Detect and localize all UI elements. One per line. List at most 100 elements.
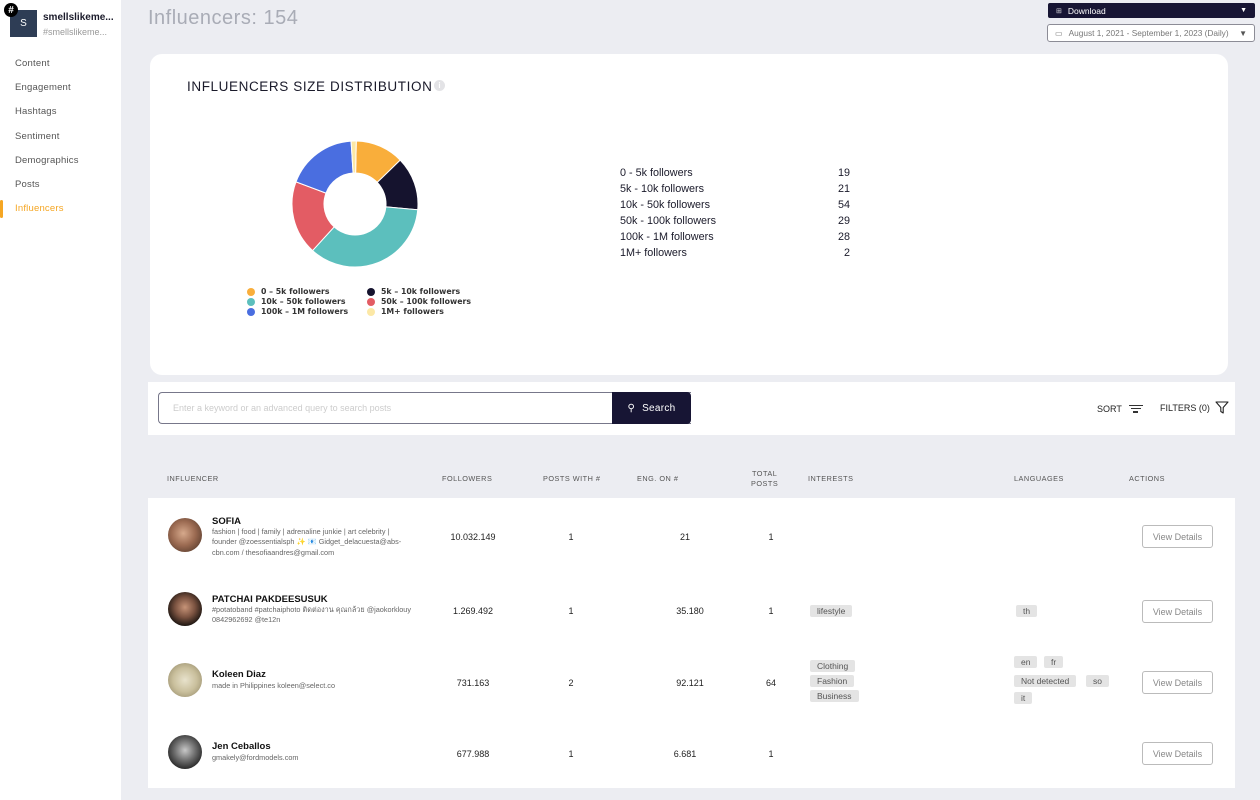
influencer-name[interactable]: SOFIA [212, 516, 241, 527]
posts-with-value: 1 [568, 749, 574, 759]
filters-label: FILTERS (0) [1160, 402, 1210, 413]
search-toolbar: ⚲ Search SORT FILTERS (0) [148, 382, 1235, 435]
size-distribution-card: INFLUENCERS SIZE DISTRIBUTION i 0 – 5k f… [150, 54, 1228, 375]
table-row: SOFIA fashion | food | family | adrenali… [148, 498, 1235, 574]
distribution-count: 2 [843, 247, 850, 260]
legend-swatch [247, 307, 255, 316]
language-tag: en [1014, 656, 1038, 668]
total-posts-value: 64 [765, 678, 776, 688]
legend-swatch [367, 307, 375, 316]
influencer-name[interactable]: PATCHAI PAKDEESUSUK [212, 594, 328, 605]
influencer-name[interactable]: Koleen Diaz [212, 669, 266, 680]
total-posts-value: 1 [768, 749, 774, 759]
followers-value: 10.032.149 [450, 532, 496, 542]
search-button[interactable]: ⚲ Search [612, 392, 691, 424]
avatar [168, 592, 202, 626]
eng-on-value: 35.180 [676, 606, 704, 616]
posts-with-value: 1 [568, 532, 574, 542]
distribution-label: 0 - 5k followers [620, 167, 693, 179]
header-languages: LANGUAGES [1014, 474, 1064, 483]
legend-swatch [367, 297, 375, 306]
sidebar-item-engagement[interactable]: Engagement [0, 80, 121, 104]
legend-item[interactable]: 100k – 1M followers [247, 307, 348, 316]
legend-label: 0 – 5k followers [261, 287, 330, 296]
account-switcher[interactable]: S # smellslikeme... #smellslikeme... [4, 3, 120, 40]
search-icon: ⚲ [627, 402, 636, 414]
header-actions: ACTIONS [1129, 474, 1165, 483]
legend-item[interactable]: 0 – 5k followers [247, 287, 330, 296]
distribution-label: 1M+ followers [620, 247, 687, 260]
header-influencer[interactable]: INFLUENCER [167, 474, 219, 483]
followers-value: 677.988 [456, 749, 490, 759]
sidebar-item-influencers[interactable]: Influencers [0, 200, 121, 225]
donut-chart [291, 140, 419, 268]
download-button[interactable]: ⊞ Download ▼ [1048, 3, 1255, 18]
legend-label: 5k – 10k followers [381, 287, 461, 296]
sidebar-item-sentiment[interactable]: Sentiment [0, 129, 121, 153]
view-details-button[interactable]: View Details [1142, 600, 1213, 623]
legend-label: 1M+ followers [381, 307, 444, 316]
table-row: Koleen Diaz made in Philippines koleen@s… [148, 649, 1235, 721]
sort-label: SORT [1097, 403, 1122, 414]
influencer-bio: #potatoband #patchaiphoto ติดต่องาน คุณก… [212, 605, 412, 625]
language-tag: so [1086, 675, 1109, 687]
slice-100k-1m[interactable] [295, 140, 354, 194]
sort-icon [1128, 403, 1143, 415]
download-label: Download [1067, 5, 1106, 16]
influencer-name[interactable]: Jen Ceballos [212, 741, 271, 752]
header-total-posts[interactable]: TOTAL POSTS [751, 469, 778, 489]
date-range-picker[interactable]: ▭ August 1, 2021 - September 1, 2023 (Da… [1047, 24, 1255, 42]
chevron-down-icon: ▼ [1239, 28, 1247, 38]
distribution-label: 10k - 50k followers [620, 199, 711, 212]
distribution-count: 19 [837, 167, 850, 179]
legend-item[interactable]: 50k – 100k followers [367, 297, 471, 306]
legend-item[interactable]: 1M+ followers [367, 307, 444, 316]
page-title: Influencers: 154 [148, 7, 299, 29]
language-tag: fr [1044, 656, 1064, 668]
sidebar-item-demographics[interactable]: Demographics [0, 153, 121, 177]
header-eng-on[interactable]: ENG. ON # [637, 474, 678, 483]
slice-10k-50k[interactable] [311, 206, 419, 268]
view-details-button[interactable]: View Details [1142, 742, 1213, 765]
distribution-count: 54 [837, 199, 850, 212]
distribution-row: 100k - 1M followers 28 [620, 231, 850, 247]
legend-item[interactable]: 5k – 10k followers [367, 287, 460, 296]
filter-icon [1215, 401, 1229, 414]
distribution-row: 0 - 5k followers 19 [620, 167, 850, 183]
posts-with-value: 1 [568, 606, 574, 616]
language-tag: it [1014, 692, 1033, 704]
sort-button[interactable]: SORT [1097, 403, 1143, 415]
view-details-button[interactable]: View Details [1142, 525, 1213, 548]
legend-item[interactable]: 10k – 50k followers [247, 297, 346, 306]
interest-tag: lifestyle [810, 605, 853, 617]
chevron-down-icon: ▼ [1240, 7, 1247, 14]
distribution-label: 5k - 10k followers [620, 183, 705, 196]
info-icon[interactable]: i [434, 80, 445, 91]
sidebar-item-content[interactable]: Content [0, 56, 121, 80]
distribution-table: 0 - 5k followers 19 5k - 10k followers 21 10… [620, 167, 850, 264]
distribution-count: 28 [837, 231, 850, 244]
view-details-button[interactable]: View Details [1142, 671, 1213, 694]
interest-tag: Clothing [810, 660, 856, 672]
total-posts-value: 1 [768, 532, 774, 542]
influencer-bio: fashion | food | family | adrenaline jun… [212, 527, 402, 557]
influencers-table: SOFIA fashion | food | family | adrenali… [148, 498, 1235, 788]
avatar [168, 735, 202, 769]
followers-value: 1.269.492 [452, 606, 494, 616]
hashtag-icon: # [4, 3, 18, 17]
filters-button[interactable]: FILTERS (0) [1160, 401, 1229, 414]
total-posts-value: 1 [768, 606, 774, 616]
avatar [168, 663, 202, 697]
header-posts-with[interactable]: POSTS WITH # [543, 474, 601, 483]
header-followers[interactable]: FOLLOWERS [442, 474, 492, 483]
distribution-count: 29 [837, 215, 850, 228]
sidebar-item-posts[interactable]: Posts [0, 177, 121, 201]
eng-on-value: 6.681 [673, 749, 697, 759]
posts-with-value: 2 [568, 678, 574, 688]
calendar-icon: ▭ [1055, 28, 1063, 38]
sidebar-item-hashtags[interactable]: Hashtags [0, 104, 121, 128]
distribution-row: 1M+ followers 2 [620, 247, 850, 263]
date-range-label: August 1, 2021 - September 1, 2023 (Dail… [1068, 28, 1229, 38]
download-icon: ⊞ [1056, 7, 1062, 15]
interest-tag: Business [810, 690, 859, 702]
